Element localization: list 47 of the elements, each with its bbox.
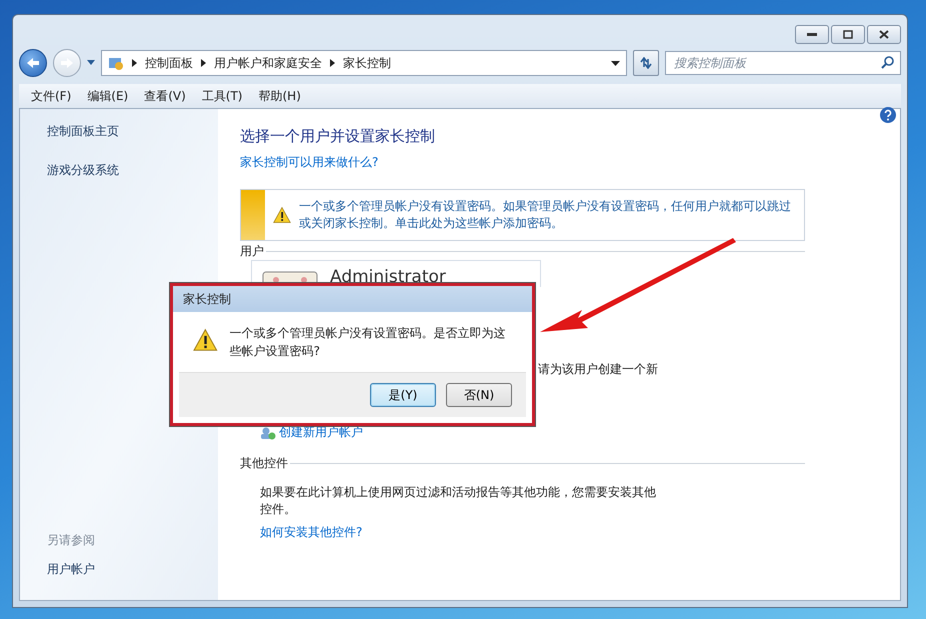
dropdown-icon[interactable] (611, 60, 620, 66)
help-icon[interactable] (880, 107, 896, 123)
dialog-message: 一个或多个管理员帐户没有设置密码。是否立即为这些帐户设置密码? (230, 325, 507, 360)
create-user-link[interactable]: 创建新用户帐户 (279, 424, 363, 441)
description-text: 请为该用户创建一个新 (538, 361, 659, 378)
section-heading: 用户 (240, 243, 264, 260)
menu-item[interactable]: 工具(T) (196, 86, 248, 106)
user-name: Administrator (330, 267, 446, 287)
chevron-icon[interactable] (330, 59, 335, 67)
close-button[interactable] (867, 25, 901, 44)
section-heading: 其他控件 (240, 455, 288, 472)
back-arrow-icon (26, 57, 40, 69)
address-bar[interactable]: 控制面板 用户帐户和家庭安全 家长控制 (101, 50, 627, 76)
dialog-button[interactable]: 是(Y) (370, 383, 436, 407)
maximize-button[interactable] (831, 25, 865, 44)
chevron-icon[interactable] (201, 59, 206, 67)
menu-item[interactable]: 文件(F) (25, 86, 78, 106)
sidebar-link[interactable]: 用户帐户 (47, 561, 218, 578)
minimize-icon (807, 32, 817, 36)
dialog-title: 家长控制 (173, 286, 532, 312)
see-also-heading: 另请参阅 (47, 532, 96, 549)
description-text: 如果要在此计算机上使用网页过滤和活动报告等其他功能，您需要安装其他控件。 (260, 484, 657, 518)
add-user-icon (260, 426, 276, 440)
breadcrumb[interactable]: 家长控制 (343, 54, 391, 72)
page-title: 选择一个用户并设置家长控制 (240, 127, 436, 146)
menu-item[interactable]: 帮助(H) (252, 86, 307, 106)
maximize-icon (843, 30, 853, 39)
sidebar-link[interactable]: 控制面板主页 (47, 123, 218, 140)
back-button[interactable] (19, 49, 47, 77)
breadcrumb[interactable]: 控制面板 (145, 54, 193, 72)
chevron-icon[interactable] (132, 59, 137, 67)
menu-item[interactable]: 查看(V) (138, 86, 192, 106)
install-controls-link[interactable]: 如何安装其他控件? (260, 524, 362, 541)
sidebar-link[interactable]: 游戏分级系统 (47, 162, 218, 179)
breadcrumb[interactable]: 用户帐户和家庭安全 (214, 54, 322, 72)
forward-arrow-icon (60, 57, 74, 69)
warning-icon (273, 206, 291, 224)
minimize-button[interactable] (795, 25, 829, 44)
refresh-icon (639, 57, 653, 69)
menu-item[interactable]: 编辑(E) (81, 86, 134, 106)
control-panel-icon (108, 55, 124, 71)
refresh-button[interactable] (633, 50, 659, 76)
help-link[interactable]: 家长控制可以用来做什么? (240, 154, 378, 171)
dialog-button[interactable]: 否(N) (446, 383, 512, 407)
search-icon[interactable] (881, 56, 894, 69)
search-field[interactable]: 搜索控制面板 (665, 51, 901, 75)
close-icon (879, 30, 889, 39)
